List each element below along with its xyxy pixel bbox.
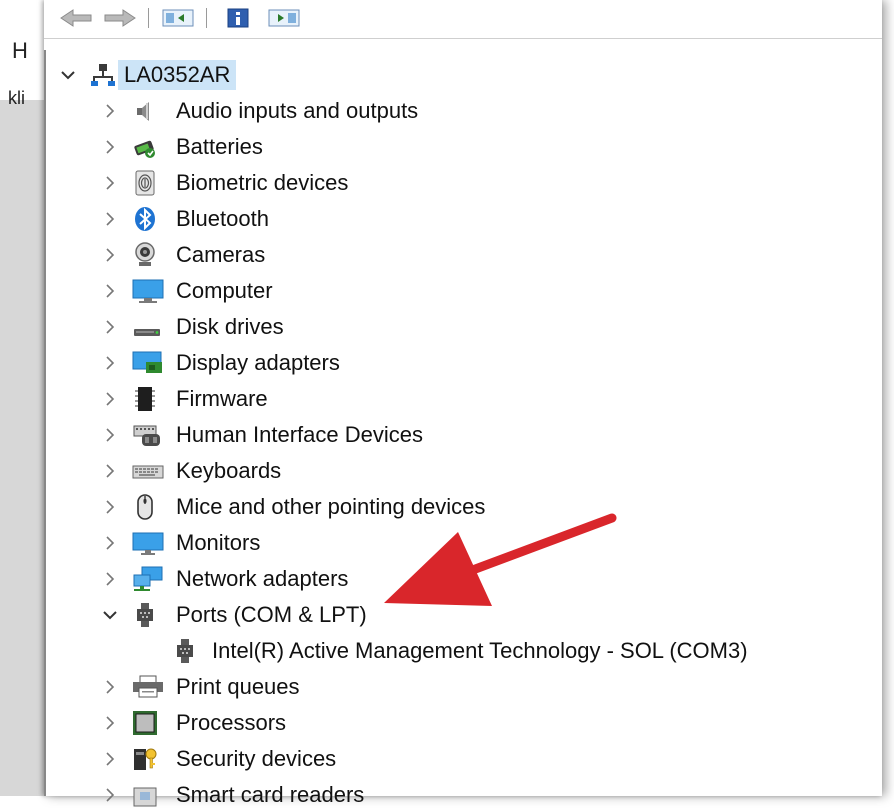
- tree-item[interactable]: Display adapters: [46, 346, 866, 380]
- hid-icon: [132, 422, 164, 448]
- tree-item-label: Cameras: [176, 242, 266, 267]
- tree-item-label: Security devices: [176, 746, 337, 771]
- chevron-right-icon[interactable]: [100, 785, 120, 805]
- chevron-right-icon[interactable]: [100, 173, 120, 193]
- tree-item-label: Computer: [176, 278, 273, 303]
- show-hide-console-tree-icon[interactable]: [160, 6, 196, 30]
- toolbar-separator: [206, 8, 207, 28]
- chevron-right-icon[interactable]: [100, 353, 120, 373]
- tree-item[interactable]: Cameras: [46, 238, 866, 272]
- chip-icon: [132, 386, 158, 412]
- properties-icon[interactable]: [224, 6, 252, 30]
- tree-item-label: Biometric devices: [176, 170, 349, 195]
- tree-item[interactable]: Smart card readers: [46, 778, 866, 812]
- tree-item-label: Intel(R) Active Management Technology - …: [212, 638, 748, 663]
- back-icon[interactable]: [58, 6, 94, 30]
- chevron-right-icon[interactable]: [100, 677, 120, 697]
- security-device-icon: [132, 746, 158, 772]
- tree-item-label: Monitors: [176, 530, 261, 555]
- tree-item-label: Human Interface Devices: [176, 422, 423, 447]
- device-tree: LA0352AR Audio inputs and outputs Batter…: [44, 50, 870, 807]
- tree-item-label: Disk drives: [176, 314, 284, 339]
- speaker-icon: [132, 98, 158, 124]
- chevron-right-icon[interactable]: [100, 425, 120, 445]
- chevron-right-icon[interactable]: [100, 569, 120, 589]
- tree-item[interactable]: Audio inputs and outputs: [46, 94, 866, 128]
- tree-item[interactable]: Biometric devices: [46, 166, 866, 200]
- tree-item-label: Print queues: [176, 674, 300, 699]
- chevron-right-icon[interactable]: [100, 281, 120, 301]
- keyboard-icon: [132, 458, 164, 484]
- tree-item-label: Processors: [176, 710, 287, 735]
- tree-item-label: Firmware: [176, 386, 268, 411]
- printer-icon: [132, 674, 164, 700]
- fingerprint-icon: [132, 170, 158, 196]
- tree-item[interactable]: Mice and other pointing devices: [46, 490, 866, 524]
- tree-item[interactable]: Keyboards: [46, 454, 866, 488]
- chevron-right-icon[interactable]: [100, 461, 120, 481]
- tree-item-label: Smart card readers: [176, 782, 365, 807]
- display-adapter-icon: [132, 350, 164, 376]
- background-window-panel: [0, 100, 48, 796]
- show-action-pane-icon[interactable]: [266, 6, 302, 30]
- webcam-icon: [132, 242, 158, 268]
- chevron-right-icon[interactable]: [100, 245, 120, 265]
- chevron-right-icon[interactable]: [100, 209, 120, 229]
- tree-item-label: Mice and other pointing devices: [176, 494, 486, 519]
- tree-item[interactable]: Print queues: [46, 670, 866, 704]
- chevron-down-icon[interactable]: [58, 65, 78, 85]
- smart-card-reader-icon: [132, 782, 158, 808]
- monitor-icon: [132, 530, 164, 556]
- chevron-right-icon[interactable]: [100, 389, 120, 409]
- port-icon: [132, 602, 158, 628]
- tree-item-label: Batteries: [176, 134, 263, 159]
- battery-icon: [132, 134, 158, 160]
- background-window-text: H: [12, 38, 28, 63]
- chevron-right-icon[interactable]: [100, 101, 120, 121]
- bluetooth-icon: [132, 206, 158, 232]
- tree-item[interactable]: Human Interface Devices: [46, 418, 866, 452]
- tree-child-item[interactable]: Intel(R) Active Management Technology - …: [46, 634, 866, 668]
- tree-item-ports[interactable]: Ports (COM & LPT): [46, 598, 866, 632]
- tree-item[interactable]: Bluetooth: [46, 202, 866, 236]
- chevron-right-icon[interactable]: [100, 749, 120, 769]
- root-computer-name[interactable]: LA0352AR: [118, 60, 237, 90]
- chevron-right-icon[interactable]: [100, 713, 120, 733]
- device-manager-window: LA0352AR Audio inputs and outputs Batter…: [44, 0, 882, 807]
- toolbar: [44, 0, 882, 39]
- background-window: H kli: [0, 0, 48, 796]
- chevron-down-icon[interactable]: [100, 605, 120, 625]
- tree-item[interactable]: Firmware: [46, 382, 866, 416]
- network-adapter-icon: [132, 566, 164, 592]
- tree-item[interactable]: Batteries: [46, 130, 866, 164]
- computer-monitor-icon: [132, 278, 164, 304]
- tree-item-label: Network adapters: [176, 566, 349, 591]
- port-icon: [172, 638, 198, 664]
- disk-drive-icon: [132, 314, 162, 340]
- toolbar-separator: [148, 8, 149, 28]
- tree-item-label: Keyboards: [176, 458, 282, 483]
- tree-item[interactable]: Disk drives: [46, 310, 866, 344]
- computer-network-icon: [90, 62, 116, 88]
- forward-icon[interactable]: [102, 6, 138, 30]
- tree-item-label: Audio inputs and outputs: [176, 98, 419, 123]
- tree-item[interactable]: Computer: [46, 274, 866, 308]
- chevron-right-icon[interactable]: [100, 497, 120, 517]
- background-window-text: kli: [8, 88, 25, 108]
- tree-item[interactable]: Processors: [46, 706, 866, 740]
- tree-item-label: Ports (COM & LPT): [176, 602, 367, 627]
- tree-item[interactable]: Monitors: [46, 526, 866, 560]
- chevron-right-icon[interactable]: [100, 533, 120, 553]
- tree-root[interactable]: LA0352AR: [46, 58, 866, 92]
- mouse-icon: [132, 494, 158, 520]
- chevron-right-icon[interactable]: [100, 137, 120, 157]
- tree-item-label: Bluetooth: [176, 206, 269, 231]
- processor-icon: [132, 710, 158, 736]
- tree-item[interactable]: Security devices: [46, 742, 866, 776]
- tree-item[interactable]: Network adapters: [46, 562, 866, 596]
- chevron-right-icon[interactable]: [100, 317, 120, 337]
- tree-item-label: Display adapters: [176, 350, 340, 375]
